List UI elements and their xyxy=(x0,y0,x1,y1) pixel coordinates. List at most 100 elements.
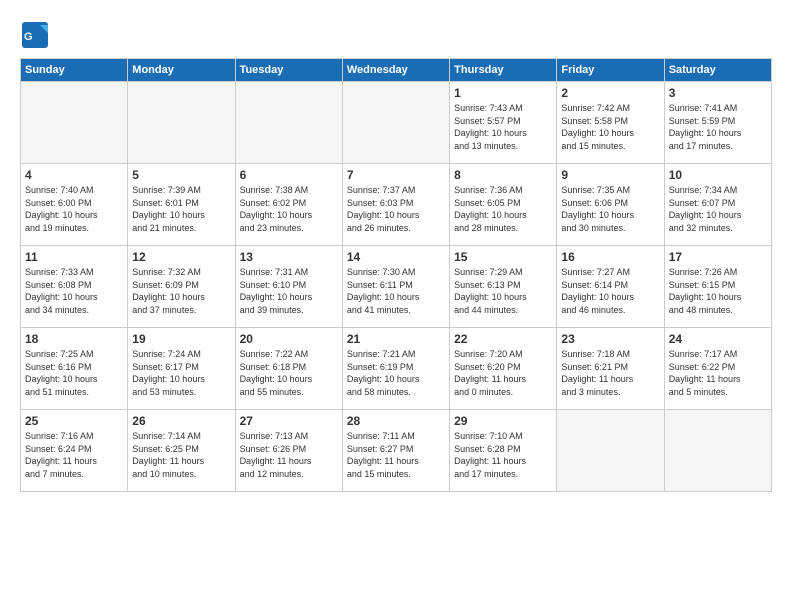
calendar-table: SundayMondayTuesdayWednesdayThursdayFrid… xyxy=(20,58,772,492)
calendar-cell: 19Sunrise: 7:24 AM Sunset: 6:17 PM Dayli… xyxy=(128,328,235,410)
day-info: Sunrise: 7:30 AM Sunset: 6:11 PM Dayligh… xyxy=(347,266,445,316)
day-number: 7 xyxy=(347,168,445,182)
day-info: Sunrise: 7:39 AM Sunset: 6:01 PM Dayligh… xyxy=(132,184,230,234)
calendar-cell xyxy=(21,82,128,164)
calendar-cell: 7 Sunrise: 7:37 AM Sunset: 6:03 PM Daylig… xyxy=(342,164,449,246)
calendar-cell: 25 Sunrise: 7:16 AM Sunset: 6:24 PM Dayli… xyxy=(21,410,128,492)
day-info: Sunrise: 7:31 AM Sunset: 6:10 PM Dayligh… xyxy=(240,266,338,316)
day-number: 10 xyxy=(669,168,767,182)
calendar-cell: 29Sunrise: 7:10 AM Sunset: 6:28 PM Dayli… xyxy=(450,410,557,492)
day-number: 27 xyxy=(240,414,338,428)
calendar-cell xyxy=(235,82,342,164)
calendar-header-row: SundayMondayTuesdayWednesdayThursdayFrid… xyxy=(21,59,772,82)
week-row-1: 4 Sunrise: 7:40 AM Sunset: 6:00 PM Daylig… xyxy=(21,164,772,246)
calendar-cell: 11 Sunrise: 7:33 AM Sunset: 6:08 PM Dayli… xyxy=(21,246,128,328)
calendar-cell: 27 Sunrise: 7:13 AM Sunset: 6:26 PM Dayli… xyxy=(235,410,342,492)
calendar-cell: 4 Sunrise: 7:40 AM Sunset: 6:00 PM Daylig… xyxy=(21,164,128,246)
week-row-2: 11 Sunrise: 7:33 AM Sunset: 6:08 PM Dayli… xyxy=(21,246,772,328)
calendar-cell: 12 Sunrise: 7:32 AM Sunset: 6:09 PM Dayli… xyxy=(128,246,235,328)
calendar-cell: 17 Sunrise: 7:26 AM Sunset: 6:15 PM Dayli… xyxy=(664,246,771,328)
day-number: 25 xyxy=(25,414,123,428)
day-info: Sunrise: 7:21 AM Sunset: 6:19 PM Dayligh… xyxy=(347,348,445,398)
day-header-saturday: Saturday xyxy=(664,59,771,82)
day-header-wednesday: Wednesday xyxy=(342,59,449,82)
logo-icon: G xyxy=(20,20,50,50)
day-info: Sunrise: 7:16 AM Sunset: 6:24 PM Dayligh… xyxy=(25,430,123,480)
calendar-cell: 23 Sunrise: 7:18 AM Sunset: 6:21 PM Dayli… xyxy=(557,328,664,410)
day-info: Sunrise: 7:35 AM Sunset: 6:06 PM Dayligh… xyxy=(561,184,659,234)
calendar-cell: 10 Sunrise: 7:34 AM Sunset: 6:07 PM Dayli… xyxy=(664,164,771,246)
header: G xyxy=(20,20,772,50)
day-info: Sunrise: 7:29 AM Sunset: 6:13 PM Dayligh… xyxy=(454,266,552,316)
day-header-friday: Friday xyxy=(557,59,664,82)
calendar-cell: 21 Sunrise: 7:21 AM Sunset: 6:19 PM Dayli… xyxy=(342,328,449,410)
day-info: Sunrise: 7:11 AM Sunset: 6:27 PM Dayligh… xyxy=(347,430,445,480)
day-info: Sunrise: 7:33 AM Sunset: 6:08 PM Dayligh… xyxy=(25,266,123,316)
day-number: 20 xyxy=(240,332,338,346)
day-header-monday: Monday xyxy=(128,59,235,82)
page: G SundayMondayTuesdayWednesdayThursdayFr… xyxy=(0,0,792,502)
day-info: Sunrise: 7:38 AM Sunset: 6:02 PM Dayligh… xyxy=(240,184,338,234)
day-info: Sunrise: 7:42 AM Sunset: 5:58 PM Dayligh… xyxy=(561,102,659,152)
day-info: Sunrise: 7:20 AM Sunset: 6:20 PM Dayligh… xyxy=(454,348,552,398)
calendar-cell: 1Sunrise: 7:43 AM Sunset: 5:57 PM Daylig… xyxy=(450,82,557,164)
day-info: Sunrise: 7:13 AM Sunset: 6:26 PM Dayligh… xyxy=(240,430,338,480)
day-info: Sunrise: 7:40 AM Sunset: 6:00 PM Dayligh… xyxy=(25,184,123,234)
day-number: 6 xyxy=(240,168,338,182)
calendar-cell: 2 Sunrise: 7:42 AM Sunset: 5:58 PM Daylig… xyxy=(557,82,664,164)
day-info: Sunrise: 7:41 AM Sunset: 5:59 PM Dayligh… xyxy=(669,102,767,152)
day-info: Sunrise: 7:14 AM Sunset: 6:25 PM Dayligh… xyxy=(132,430,230,480)
calendar-cell: 14 Sunrise: 7:30 AM Sunset: 6:11 PM Dayli… xyxy=(342,246,449,328)
calendar-cell: 16 Sunrise: 7:27 AM Sunset: 6:14 PM Dayli… xyxy=(557,246,664,328)
week-row-4: 25 Sunrise: 7:16 AM Sunset: 6:24 PM Dayli… xyxy=(21,410,772,492)
calendar-cell: 5Sunrise: 7:39 AM Sunset: 6:01 PM Daylig… xyxy=(128,164,235,246)
day-number: 16 xyxy=(561,250,659,264)
calendar-cell: 18Sunrise: 7:25 AM Sunset: 6:16 PM Dayli… xyxy=(21,328,128,410)
day-info: Sunrise: 7:22 AM Sunset: 6:18 PM Dayligh… xyxy=(240,348,338,398)
day-number: 8 xyxy=(454,168,552,182)
day-number: 22 xyxy=(454,332,552,346)
calendar-cell xyxy=(557,410,664,492)
svg-text:G: G xyxy=(24,31,33,43)
day-info: Sunrise: 7:32 AM Sunset: 6:09 PM Dayligh… xyxy=(132,266,230,316)
day-number: 29 xyxy=(454,414,552,428)
day-number: 2 xyxy=(561,86,659,100)
day-header-sunday: Sunday xyxy=(21,59,128,82)
day-info: Sunrise: 7:18 AM Sunset: 6:21 PM Dayligh… xyxy=(561,348,659,398)
day-number: 11 xyxy=(25,250,123,264)
week-row-0: 1Sunrise: 7:43 AM Sunset: 5:57 PM Daylig… xyxy=(21,82,772,164)
calendar-cell: 13 Sunrise: 7:31 AM Sunset: 6:10 PM Dayli… xyxy=(235,246,342,328)
day-header-tuesday: Tuesday xyxy=(235,59,342,82)
calendar-cell xyxy=(342,82,449,164)
day-number: 14 xyxy=(347,250,445,264)
calendar-cell: 24 Sunrise: 7:17 AM Sunset: 6:22 PM Dayli… xyxy=(664,328,771,410)
day-info: Sunrise: 7:25 AM Sunset: 6:16 PM Dayligh… xyxy=(25,348,123,398)
day-info: Sunrise: 7:34 AM Sunset: 6:07 PM Dayligh… xyxy=(669,184,767,234)
day-number: 23 xyxy=(561,332,659,346)
calendar-cell: 8 Sunrise: 7:36 AM Sunset: 6:05 PM Daylig… xyxy=(450,164,557,246)
day-info: Sunrise: 7:26 AM Sunset: 6:15 PM Dayligh… xyxy=(669,266,767,316)
day-number: 3 xyxy=(669,86,767,100)
calendar-cell: 9Sunrise: 7:35 AM Sunset: 6:06 PM Daylig… xyxy=(557,164,664,246)
day-number: 4 xyxy=(25,168,123,182)
day-number: 24 xyxy=(669,332,767,346)
day-number: 17 xyxy=(669,250,767,264)
calendar-cell: 20 Sunrise: 7:22 AM Sunset: 6:18 PM Dayli… xyxy=(235,328,342,410)
day-info: Sunrise: 7:36 AM Sunset: 6:05 PM Dayligh… xyxy=(454,184,552,234)
calendar-cell: 6 Sunrise: 7:38 AM Sunset: 6:02 PM Daylig… xyxy=(235,164,342,246)
day-info: Sunrise: 7:37 AM Sunset: 6:03 PM Dayligh… xyxy=(347,184,445,234)
calendar-cell xyxy=(664,410,771,492)
calendar-cell: 22 Sunrise: 7:20 AM Sunset: 6:20 PM Dayli… xyxy=(450,328,557,410)
calendar-cell: 15 Sunrise: 7:29 AM Sunset: 6:13 PM Dayli… xyxy=(450,246,557,328)
day-number: 12 xyxy=(132,250,230,264)
calendar-cell: 28Sunrise: 7:11 AM Sunset: 6:27 PM Dayli… xyxy=(342,410,449,492)
day-number: 1 xyxy=(454,86,552,100)
day-number: 15 xyxy=(454,250,552,264)
day-number: 26 xyxy=(132,414,230,428)
logo: G xyxy=(20,20,56,50)
day-info: Sunrise: 7:27 AM Sunset: 6:14 PM Dayligh… xyxy=(561,266,659,316)
day-number: 13 xyxy=(240,250,338,264)
calendar-cell: 3 Sunrise: 7:41 AM Sunset: 5:59 PM Daylig… xyxy=(664,82,771,164)
day-info: Sunrise: 7:17 AM Sunset: 6:22 PM Dayligh… xyxy=(669,348,767,398)
day-number: 21 xyxy=(347,332,445,346)
